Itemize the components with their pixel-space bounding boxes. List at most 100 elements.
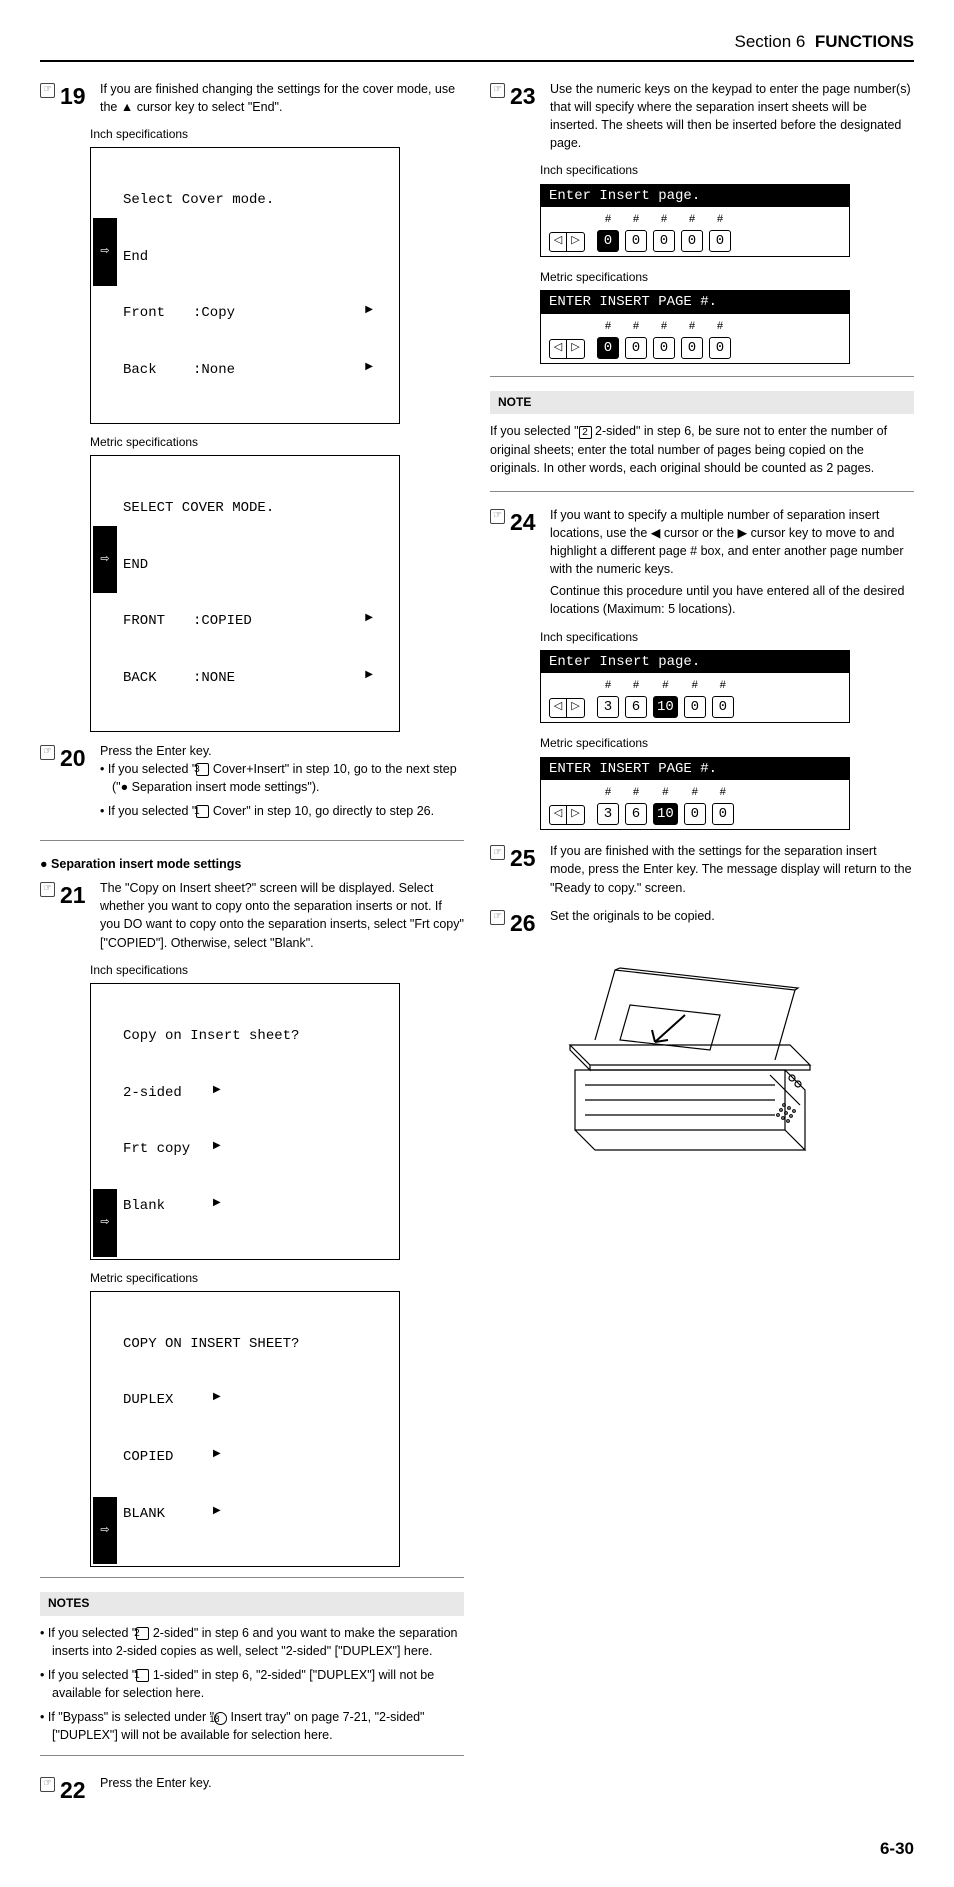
step-number: 22 [60,1774,86,1807]
keycap-icon: 2 [579,426,592,439]
step-21: ☞ 21 The "Copy on Insert sheet?" screen … [40,879,464,952]
left-column: ☞ 19 If you are finished changing the se… [40,80,464,1817]
metric-spec-label: Metric specifications [90,434,464,451]
note-item: If you selected "2 2-sided" in step 6 an… [40,1624,464,1660]
section-heading: Separation insert mode settings [40,855,464,873]
lcd-cover-metric: ⇨ SELECT COVER MODE. END FRONT:COPIED▶ B… [90,455,400,731]
lcd-cover-inch: ⇨ Select Cover mode. End Front:Copy▶ Bac… [90,147,400,423]
digit-value: 0 [653,230,675,252]
step-24: ☞ 24 If you want to specify a multiple n… [490,506,914,619]
step-text: The "Copy on Insert sheet?" screen will … [100,879,464,952]
digit-value: 0 [712,696,734,718]
circled-number-icon: 18 [214,1712,227,1725]
digit-value: 0 [625,337,647,359]
step-25: ☞ 25 If you are finished with the settin… [490,842,914,896]
keycap-icon: 2 [136,1627,149,1640]
step-text: Press the Enter key. [100,1774,464,1792]
lcd-title: Enter Insert page. [541,185,849,207]
step-text: Use the numeric keys on the keypad to en… [550,80,914,153]
step-number: 19 [60,80,86,113]
lcd-page-metric-2: ENTER INSERT PAGE #. ◁▷ #3 #6 #10 #0 #0 [540,757,850,831]
lcd-insert-metric: ⇨ COPY ON INSERT SHEET? DUPLEX▶ COPIED▶ … [90,1291,400,1567]
lcd-title: Select Cover mode. [123,191,391,210]
nav-arrows-icon: ◁▷ [549,805,585,825]
pointer-icon: ⇨ [93,1497,117,1565]
step-number: 21 [60,879,86,912]
lcd-title: Enter Insert page. [541,651,849,673]
hand-icon: ☞ [40,882,55,897]
metric-spec-label: Metric specifications [540,735,914,752]
step-number: 25 [510,842,536,875]
pointer-icon: ⇨ [93,526,117,594]
digit-value: 10 [653,696,678,718]
note-heading: NOTE [490,391,914,414]
step-text: If you are finished with the settings fo… [550,842,914,896]
digit-value: 0 [653,337,675,359]
hand-icon: ☞ [490,845,505,860]
digit-value: 0 [681,230,703,252]
hand-icon: ☞ [490,83,505,98]
digit-value: 0 [684,696,706,718]
step-number: 23 [510,80,536,113]
note-item: If "Bypass" is selected under "18 Insert… [40,1708,464,1744]
digit-value: 0 [709,230,731,252]
hand-icon: ☞ [40,83,55,98]
nav-arrows-icon: ◁▷ [549,232,585,252]
lcd-title: ENTER INSERT PAGE #. [541,291,849,313]
inch-spec-label: Inch specifications [90,962,464,979]
digit-value: 10 [653,803,678,825]
bullet-item: If you selected "1 Cover" in step 10, go… [100,802,464,820]
digit-value: 6 [625,803,647,825]
lcd-insert-inch: ⇨ Copy on Insert sheet? 2-sided▶ Frt cop… [90,983,400,1259]
pointer-icon: ⇨ [93,1189,117,1257]
page-header: Section 6 FUNCTIONS [40,30,914,62]
page-number: 6-30 [40,1837,914,1862]
lcd-page-inch: Enter Insert page. ◁▷ #0 #0 #0 #0 #0 [540,184,850,258]
pointer-icon: ⇨ [93,218,117,286]
digit-value: 0 [684,803,706,825]
step-20: ☞ 20 Press the Enter key. If you selecte… [40,742,464,831]
bullet-item: If you selected "3 Cover+Insert" in step… [100,760,464,796]
header-title: FUNCTIONS [815,32,914,51]
step-22: ☞ 22 Press the Enter key. [40,1774,464,1807]
step-26: ☞ 26 Set the originals to be copied. [490,907,914,940]
digit-value: 0 [709,337,731,359]
hand-icon: ☞ [40,745,55,760]
digit-value: 0 [597,337,619,359]
keycap-icon: 1 [196,805,209,818]
right-column: ☞ 23 Use the numeric keys on the keypad … [490,80,914,1817]
lcd-page-metric: ENTER INSERT PAGE #. ◁▷ #0 #0 #0 #0 #0 [540,290,850,364]
step-text: Set the originals to be copied. [550,907,914,925]
digit-value: 0 [681,337,703,359]
inch-spec-label: Inch specifications [90,126,464,143]
notes-heading: NOTES [40,1592,464,1615]
step-text: If you are finished changing the setting… [100,80,464,116]
note-item: If you selected "1 1-sided" in step 6, "… [40,1666,464,1702]
notes-list: If you selected "2 2-sided" in step 6 an… [40,1624,464,1745]
step-number: 26 [510,907,536,940]
inch-spec-label: Inch specifications [540,162,914,179]
step-number: 20 [60,742,86,775]
digit-value: 0 [712,803,734,825]
digit-value: 0 [597,230,619,252]
nav-arrows-icon: ◁▷ [549,339,585,359]
lcd-title: Copy on Insert sheet? [123,1027,391,1046]
nav-arrows-icon: ◁▷ [549,698,585,718]
metric-spec-label: Metric specifications [540,269,914,286]
lcd-title: ENTER INSERT PAGE #. [541,758,849,780]
lcd-title: SELECT COVER MODE. [123,499,391,518]
digit-value: 3 [597,803,619,825]
step-text: Press the Enter key. [100,742,464,760]
step-23: ☞ 23 Use the numeric keys on the keypad … [490,80,914,153]
hand-icon: ☞ [490,910,505,925]
lcd-page-inch-2: Enter Insert page. ◁▷ #3 #6 #10 #0 #0 [540,650,850,724]
digit-value: 3 [597,696,619,718]
note-text: If you selected "2 2-sided" in step 6, b… [490,422,914,476]
digit-value: 6 [625,696,647,718]
hand-icon: ☞ [490,509,505,524]
header-section: Section 6 [734,32,805,51]
inch-spec-label: Inch specifications [540,629,914,646]
step-19: ☞ 19 If you are finished changing the se… [40,80,464,116]
step-text: If you want to specify a multiple number… [550,506,914,619]
digit-value: 0 [625,230,647,252]
